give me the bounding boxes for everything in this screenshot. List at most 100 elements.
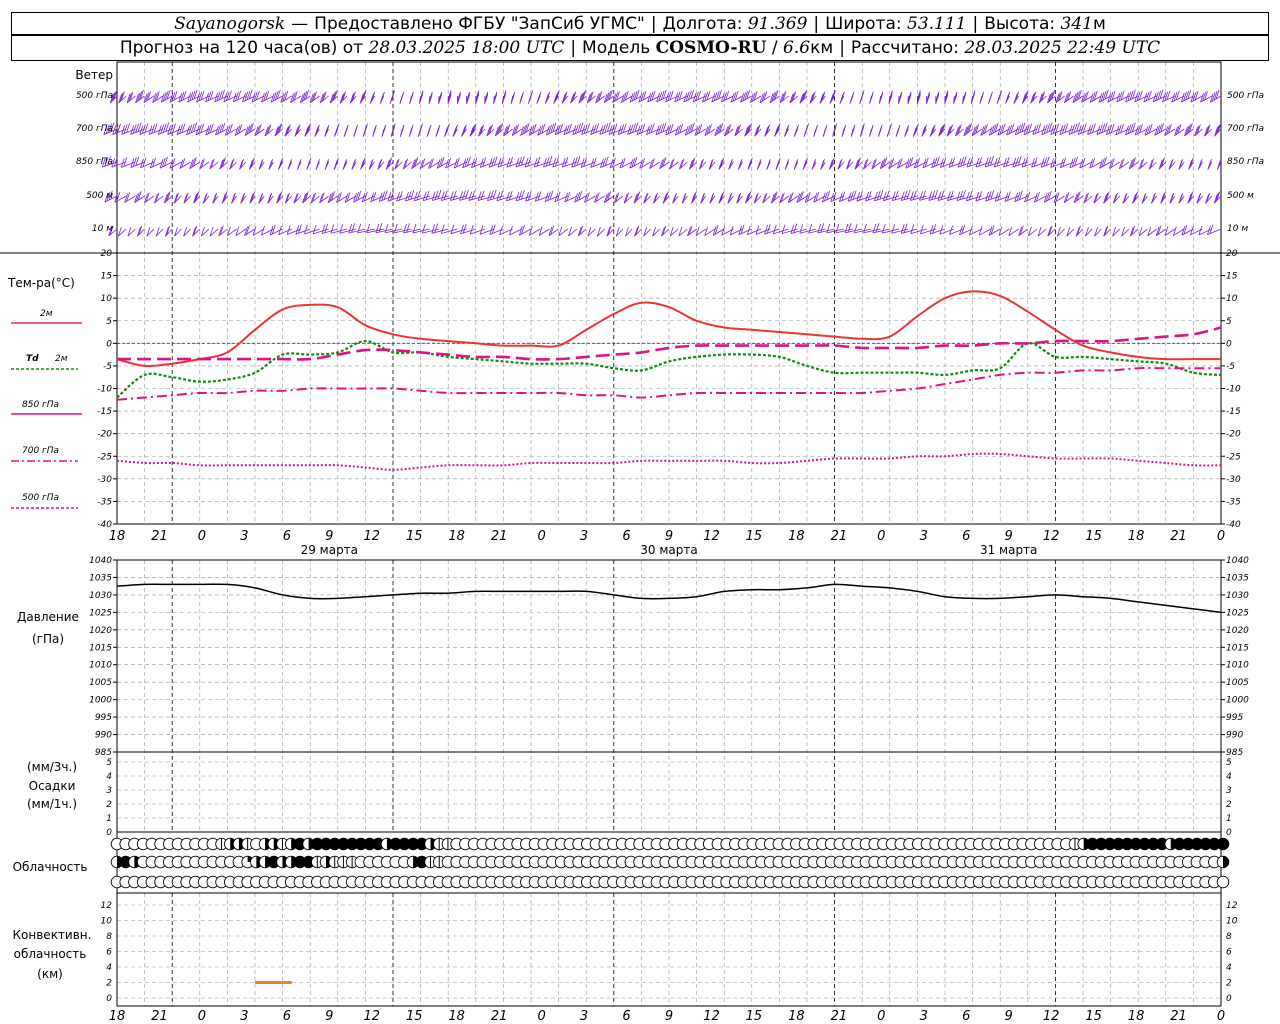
x-tick-label: 9 (1005, 529, 1013, 544)
wind-barb (681, 192, 688, 204)
temp-tick-label-right: -40 (1226, 520, 1241, 530)
wind-barb (360, 157, 366, 170)
conv-tick-label: 8 (106, 932, 112, 942)
x-tick-label: 0 (198, 529, 206, 544)
wind-barb (643, 227, 651, 237)
wind-barb-flag (894, 190, 899, 200)
wind-barb (1043, 190, 1056, 203)
wind-barb (435, 124, 441, 137)
wind-barb-flag (920, 224, 924, 234)
wind-barb (684, 122, 697, 136)
wind-barb (652, 227, 661, 237)
wind-barb-flag (785, 159, 790, 169)
wind-barb (938, 123, 946, 137)
wind-barb (290, 91, 302, 103)
wind-barb (544, 91, 551, 104)
wind-barb-flag (1169, 194, 1174, 204)
wind-barb-flag (393, 223, 398, 234)
wind-barb-shaft (384, 228, 403, 234)
wind-barb (1154, 122, 1167, 136)
wind-barb (970, 90, 976, 104)
wind-barb (704, 124, 716, 136)
wind-barb-flag (962, 189, 966, 200)
x-tick-label-bottom: 0 (198, 1009, 206, 1024)
x-tick-label-bottom: 21 (491, 1009, 508, 1024)
precip-tick-label-right: 5 (1226, 758, 1232, 768)
wind-barb (202, 192, 210, 204)
wind-barb-flag (348, 223, 353, 234)
wind-barb-flag (240, 194, 245, 204)
wind-barb-flag (316, 159, 320, 169)
wind-barb-flag (910, 224, 915, 234)
wind-barb (310, 192, 320, 204)
wind-barb-shaft (919, 195, 936, 201)
wind-barb (962, 91, 967, 104)
wind-barb (678, 226, 688, 237)
wind-barb (1178, 192, 1185, 204)
pressure-tick-label-right: 1040 (1226, 556, 1249, 566)
temp-tick-label-right: -25 (1226, 452, 1241, 462)
wind-barb (534, 191, 550, 202)
conv-tick-label: 0 (106, 994, 112, 1004)
wind-barb-shaft (773, 228, 789, 235)
wind-barb-shaft (366, 228, 384, 234)
temp-tick-label-right: 5 (1226, 317, 1232, 327)
wind-barb (819, 91, 826, 104)
temp-tick-label-right: -15 (1226, 407, 1241, 417)
wind-barb (1205, 192, 1213, 204)
wind-barb (389, 90, 396, 104)
wind-barb (584, 192, 596, 203)
wind-barb-flag (980, 91, 984, 102)
wind-barb-flag (805, 123, 809, 133)
pressure-tick-label: 995 (95, 713, 112, 723)
x-tick-label-bottom: 0 (877, 1009, 885, 1024)
x-tick-label-bottom: 6 (622, 1009, 630, 1024)
wind-barb (1053, 192, 1065, 203)
wind-barb (869, 124, 874, 137)
wind-barb (965, 190, 982, 202)
wind-barb (537, 123, 550, 136)
wind-barb (612, 91, 624, 103)
wind-barb-shaft (339, 228, 357, 234)
wind-barb (683, 89, 697, 103)
wind-barb-flag (842, 124, 847, 135)
wind-barb (469, 123, 477, 137)
wind-barb (895, 124, 901, 137)
wind-barb (494, 123, 504, 137)
wind-barb-flag (440, 224, 445, 234)
wind-barb (764, 124, 771, 137)
wind-barb (438, 91, 443, 104)
wind-barb (639, 158, 651, 169)
x-tick-label: 21 (491, 529, 508, 544)
x-tick-label: 15 (746, 529, 763, 544)
wind-barb (603, 89, 615, 104)
wind-barb-flag (872, 223, 877, 234)
wind-barb (187, 89, 200, 103)
wind-barb (702, 90, 716, 103)
day-label: 30 марта (640, 543, 697, 557)
wind-barb (163, 191, 173, 204)
wind-barb (519, 91, 524, 104)
x-tick-label: 21 (831, 529, 848, 544)
wind-barb-flag (304, 224, 308, 235)
wind-barb (779, 91, 789, 104)
wind-barb (1056, 227, 1065, 237)
day-label: 29 марта (301, 543, 358, 557)
wind-barb-flag (422, 191, 427, 201)
wind-barb-flag (222, 192, 227, 203)
wind-barb-flag (382, 124, 387, 135)
wind-barb (1187, 191, 1194, 204)
temp-tick-label-right: -30 (1226, 475, 1241, 485)
wind-barb (634, 225, 642, 237)
wind-barb (179, 158, 191, 169)
wind-barb-flag (330, 224, 335, 234)
wind-barb (368, 158, 375, 170)
wind-barb (1021, 90, 1029, 104)
pressure-tick-label-right: 1015 (1226, 643, 1249, 653)
wind-barb (1171, 90, 1185, 103)
wind-barb (822, 124, 828, 137)
x-tick-label: 18 (788, 529, 805, 544)
legend-t700-label: 700 гПа (22, 446, 59, 456)
wind-barb (691, 191, 697, 204)
wind-barb (570, 91, 578, 104)
